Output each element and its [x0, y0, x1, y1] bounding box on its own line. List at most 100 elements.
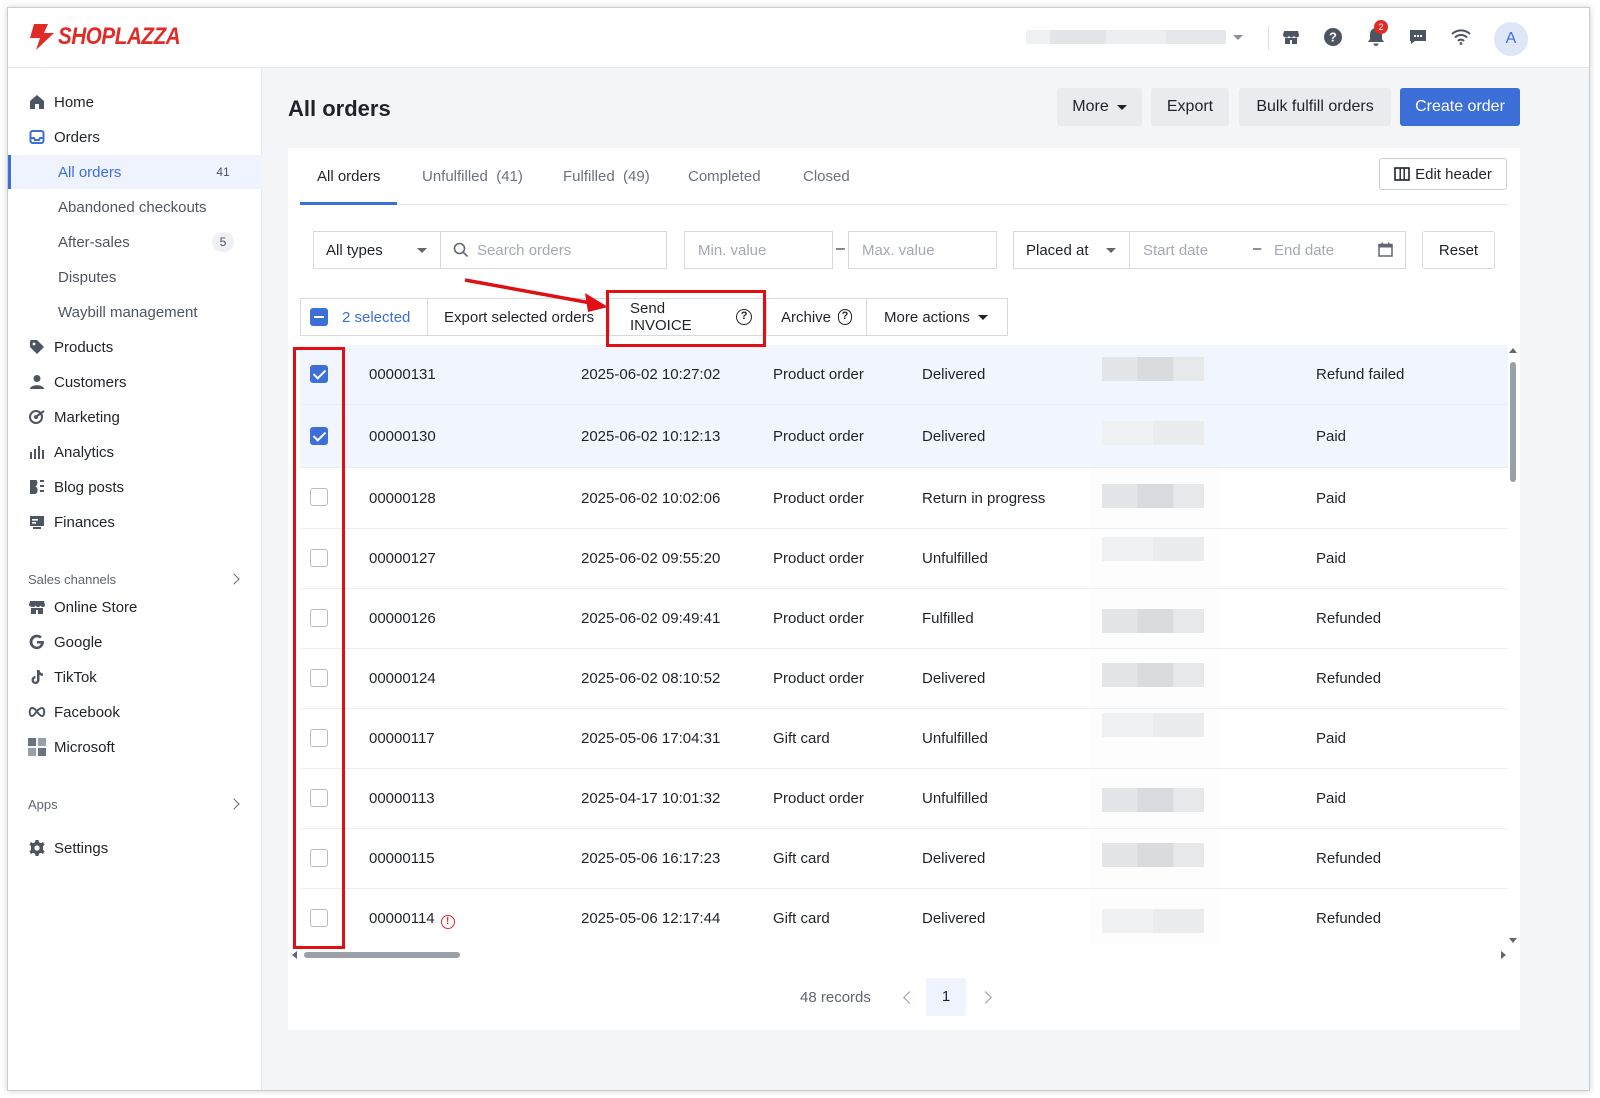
- sidebar-item-label: Analytics: [54, 443, 115, 461]
- table-row[interactable]: 00000130 2025-06-02 10:12:13 Product ord…: [300, 405, 1508, 468]
- table-row[interactable]: 00000128 2025-06-02 10:02:06 Product ord…: [300, 468, 1508, 529]
- chevron-right-icon[interactable]: [228, 573, 240, 585]
- tab-unfulfilled[interactable]: Unfulfilled (41): [422, 168, 523, 185]
- scroll-down-icon[interactable]: [1509, 938, 1517, 943]
- sidebar-item-label: Microsoft: [54, 738, 115, 756]
- button-label: Create order: [1415, 98, 1505, 115]
- search-input[interactable]: Search orders: [440, 231, 667, 269]
- edit-header-button[interactable]: Edit header: [1379, 158, 1507, 190]
- scroll-up-icon[interactable]: [1509, 348, 1517, 353]
- wifi-icon[interactable]: [1450, 26, 1472, 48]
- more-actions-button[interactable]: More actions: [867, 299, 1007, 335]
- max-value-input[interactable]: Max. value: [848, 231, 997, 269]
- sidebar-item-facebook[interactable]: Facebook: [8, 695, 262, 729]
- chevron-right-icon[interactable]: [979, 991, 992, 1004]
- order-number[interactable]: 00000128: [369, 490, 436, 507]
- chevron-down-icon[interactable]: [1233, 35, 1243, 40]
- button-label: Archive: [781, 308, 832, 326]
- date-range-input[interactable]: Start date – End date: [1129, 231, 1406, 269]
- order-number[interactable]: 00000117: [369, 730, 435, 747]
- create-order-button[interactable]: Create order: [1400, 88, 1520, 126]
- store-selector[interactable]: [1026, 30, 1226, 44]
- sidebar-item-products[interactable]: Products: [8, 330, 262, 364]
- sidebar-item-settings[interactable]: Settings: [8, 831, 262, 865]
- bulk-fulfill-button[interactable]: Bulk fulfill orders: [1239, 88, 1391, 126]
- date-field-select[interactable]: Placed at: [1013, 231, 1130, 269]
- help-icon[interactable]: ?: [838, 309, 852, 325]
- tab-fulfilled[interactable]: Fulfilled (49): [563, 168, 650, 185]
- sidebar-item-analytics[interactable]: Analytics: [8, 435, 262, 469]
- sidebar-item-finances[interactable]: Finances: [8, 505, 262, 539]
- table-row[interactable]: 00000127 2025-06-02 09:55:20 Product ord…: [300, 529, 1508, 589]
- archive-button[interactable]: Archive?: [767, 299, 867, 335]
- sidebar-item-marketing[interactable]: Marketing: [8, 400, 262, 434]
- type-select[interactable]: All types: [313, 231, 441, 269]
- table-row[interactable]: 00000131 2025-06-02 10:27:02 Product ord…: [300, 345, 1508, 405]
- count-badge: 41: [216, 165, 230, 179]
- sidebar-item-blog-posts[interactable]: Blog posts: [8, 470, 262, 504]
- select-all-checkbox[interactable]: [310, 308, 328, 326]
- order-number[interactable]: 00000114!: [369, 910, 455, 929]
- avatar[interactable]: A: [1494, 22, 1528, 56]
- fulfillment-status: Delivered: [922, 428, 986, 445]
- order-number[interactable]: 00000127: [369, 550, 436, 567]
- sidebar-item-all-orders[interactable]: All orders 41: [8, 155, 262, 189]
- table-row[interactable]: 00000124 2025-06-02 08:10:52 Product ord…: [300, 649, 1508, 709]
- sidebar-item-after-sales[interactable]: After-sales 5: [8, 225, 262, 259]
- sidebar-item-home[interactable]: Home: [8, 85, 262, 119]
- fulfillment-status: Fulfilled: [922, 610, 974, 627]
- sidebar-item-customers[interactable]: Customers: [8, 365, 262, 399]
- store-icon[interactable]: [1280, 26, 1302, 48]
- chat-icon[interactable]: [1407, 26, 1429, 48]
- scroll-left-icon[interactable]: [292, 951, 297, 959]
- export-button[interactable]: Export: [1151, 88, 1229, 126]
- sidebar-item-google[interactable]: Google: [8, 625, 262, 659]
- annotation-highlight-send-invoice: [606, 290, 766, 347]
- order-number[interactable]: 00000131: [369, 366, 436, 383]
- min-value-input[interactable]: Min. value: [684, 231, 833, 269]
- selection-summary[interactable]: 2 selected: [301, 299, 428, 335]
- help-icon[interactable]: ?: [1322, 26, 1344, 48]
- horizontal-scrollbar[interactable]: [292, 951, 1506, 959]
- order-number[interactable]: 00000130: [369, 428, 436, 445]
- sidebar-item-online-store[interactable]: Online Store: [8, 590, 262, 624]
- order-number[interactable]: 00000113: [369, 790, 435, 807]
- table-row[interactable]: 00000113 2025-04-17 10:01:32 Product ord…: [300, 769, 1508, 829]
- more-button[interactable]: More: [1057, 88, 1142, 126]
- page-number-button[interactable]: 1: [926, 978, 966, 1016]
- order-type: Gift card: [773, 910, 830, 927]
- table-row[interactable]: 00000114! 2025-05-06 12:17:44 Gift card …: [300, 889, 1508, 945]
- button-label: More actions: [884, 308, 970, 326]
- logo-mark-icon: [30, 24, 54, 50]
- order-number[interactable]: 00000115: [369, 850, 435, 867]
- records-count: 48 records: [800, 989, 871, 1006]
- tab-closed[interactable]: Closed: [803, 168, 850, 185]
- tab-completed[interactable]: Completed: [688, 168, 761, 185]
- order-number[interactable]: 00000126: [369, 610, 436, 627]
- order-date: 2025-06-02 09:55:20: [581, 550, 721, 567]
- shoplazza-logo[interactable]: SHOPLAZZA: [28, 22, 200, 52]
- divider: [1268, 26, 1269, 50]
- chevron-right-icon[interactable]: [228, 798, 240, 810]
- tab-all-orders[interactable]: All orders: [317, 168, 380, 185]
- scroll-thumb[interactable]: [304, 952, 460, 958]
- sidebar-item-tiktok[interactable]: TikTok: [8, 660, 262, 694]
- chevron-left-icon[interactable]: [903, 991, 916, 1004]
- order-type: Product order: [773, 610, 864, 627]
- sidebar-item-orders[interactable]: Orders: [8, 120, 262, 154]
- sidebar-item-abandoned-checkouts[interactable]: Abandoned checkouts: [8, 190, 262, 224]
- sidebar-item-microsoft[interactable]: Microsoft: [8, 730, 262, 764]
- order-number[interactable]: 00000124: [369, 670, 436, 687]
- sidebar-item-label: All orders: [58, 164, 122, 181]
- vertical-scrollbar[interactable]: [1509, 348, 1517, 943]
- table-row[interactable]: 00000117 2025-05-06 17:04:31 Gift card U…: [300, 709, 1508, 769]
- table-row[interactable]: 00000115 2025-05-06 16:17:23 Gift card D…: [300, 829, 1508, 889]
- orders-icon: [28, 128, 46, 146]
- sidebar-item-waybill-management[interactable]: Waybill management: [8, 295, 262, 329]
- scroll-thumb[interactable]: [1510, 362, 1516, 482]
- sidebar-item-disputes[interactable]: Disputes: [8, 260, 262, 294]
- scroll-right-icon[interactable]: [1501, 951, 1506, 959]
- annotation-arrow-icon: [464, 278, 608, 312]
- reset-button[interactable]: Reset: [1422, 231, 1495, 269]
- table-row[interactable]: 00000126 2025-06-02 09:49:41 Product ord…: [300, 589, 1508, 649]
